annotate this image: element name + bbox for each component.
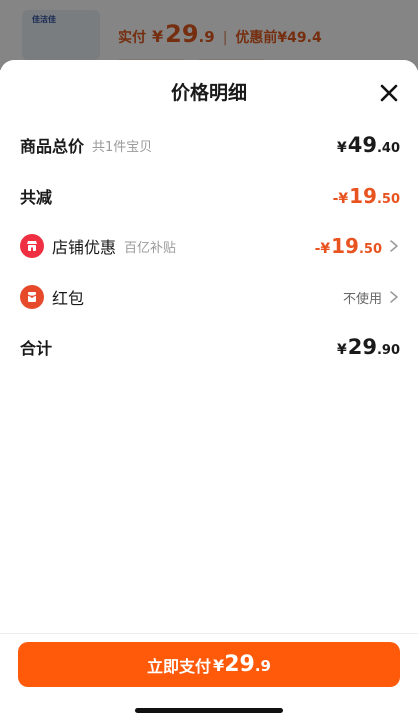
store-discount-prefix: -¥ xyxy=(314,241,331,257)
goods-total-label: 商品总价 xyxy=(20,137,85,156)
store-discount-decimal: .50 xyxy=(358,242,382,257)
sum-integer: 29 xyxy=(347,335,377,359)
store-discount-amount: -¥ 19 .50 xyxy=(315,234,382,258)
chevron-right-icon xyxy=(388,290,400,304)
goods-total-integer: 49 xyxy=(347,133,377,157)
close-icon xyxy=(380,84,398,102)
goods-total-row: 商品总价 共1件宝贝 ¥ 49 .40 xyxy=(20,130,400,160)
store-icon xyxy=(20,234,44,258)
pay-now-label: 立即支付 xyxy=(147,656,212,676)
store-discount-row[interactable]: 店铺优惠 百亿补贴 -¥ 19 .50 xyxy=(20,231,400,261)
red-packet-label: 红包 xyxy=(52,289,85,308)
pay-now-currency: ¥ xyxy=(213,656,225,675)
bottom-divider xyxy=(0,633,418,634)
red-packet-icon xyxy=(20,285,44,309)
total-reduction-prefix: -¥ xyxy=(332,191,349,207)
goods-total-currency: ¥ xyxy=(336,140,347,156)
close-button[interactable] xyxy=(378,82,400,104)
pay-now-integer: 29 xyxy=(224,652,255,677)
goods-total-amount: ¥ 49 .40 xyxy=(337,133,400,157)
sum-decimal: .90 xyxy=(376,343,400,358)
red-packet-value: 不使用 xyxy=(342,291,382,307)
pay-now-amount: ¥ 29 .9 xyxy=(211,652,271,677)
total-reduction-label: 共减 xyxy=(20,188,53,207)
sum-row: 合计 ¥ 29 .90 xyxy=(20,332,400,362)
goods-total-decimal: .40 xyxy=(376,141,400,156)
total-reduction-integer: 19 xyxy=(349,184,377,208)
sum-label: 合计 xyxy=(20,339,53,358)
pay-now-decimal: .9 xyxy=(254,657,271,675)
pay-now-button[interactable]: 立即支付 ¥ 29 .9 xyxy=(18,642,400,687)
store-discount-label: 店铺优惠 xyxy=(52,238,117,257)
goods-count-text: 共1件宝贝 xyxy=(92,139,153,155)
chevron-right-icon xyxy=(388,239,400,253)
store-discount-sub: 百亿补贴 xyxy=(124,240,177,256)
sum-currency: ¥ xyxy=(336,342,347,358)
red-packet-row[interactable]: 红包 不使用 xyxy=(20,282,400,312)
home-indicator[interactable] xyxy=(135,708,283,713)
total-reduction-amount: -¥ 19 .50 xyxy=(333,184,400,208)
sum-amount: ¥ 29 .90 xyxy=(337,335,400,359)
sheet-title: 价格明细 xyxy=(170,82,247,104)
total-reduction-row: 共减 -¥ 19 .50 xyxy=(20,181,400,211)
price-detail-sheet: 价格明细 商品总价 共1件宝贝 ¥ 49 .40 共减 -¥ 19 .50 店铺… xyxy=(0,60,418,720)
store-discount-integer: 19 xyxy=(331,234,359,258)
total-reduction-decimal: .50 xyxy=(376,192,400,207)
